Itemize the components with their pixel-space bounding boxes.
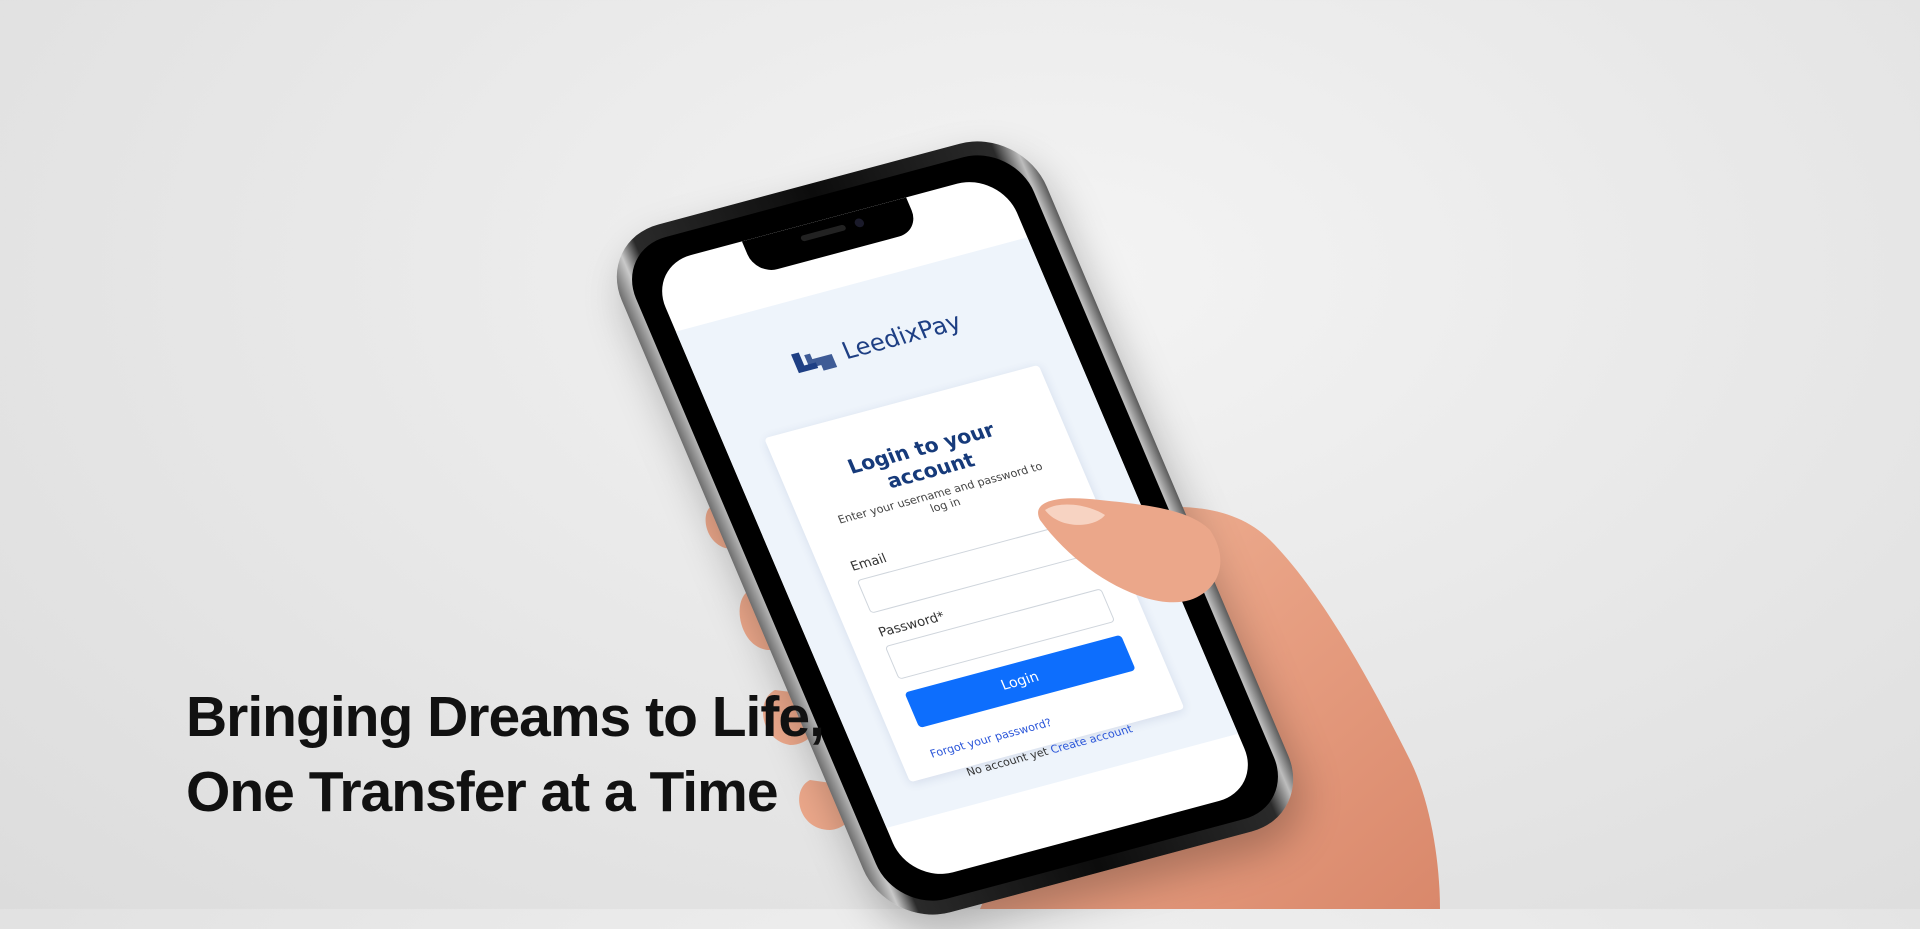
camera-icon <box>853 217 866 229</box>
hero-line-2: One Transfer at a Time <box>186 760 779 824</box>
hero-line-1: Bringing Dreams to Life, <box>186 685 825 749</box>
hero-headline: Bringing Dreams to Life, One Transfer at… <box>186 680 825 830</box>
login-card: Login to your account Enter your usernam… <box>764 364 1185 783</box>
speaker-icon <box>799 224 847 242</box>
phone-notch <box>741 197 921 275</box>
